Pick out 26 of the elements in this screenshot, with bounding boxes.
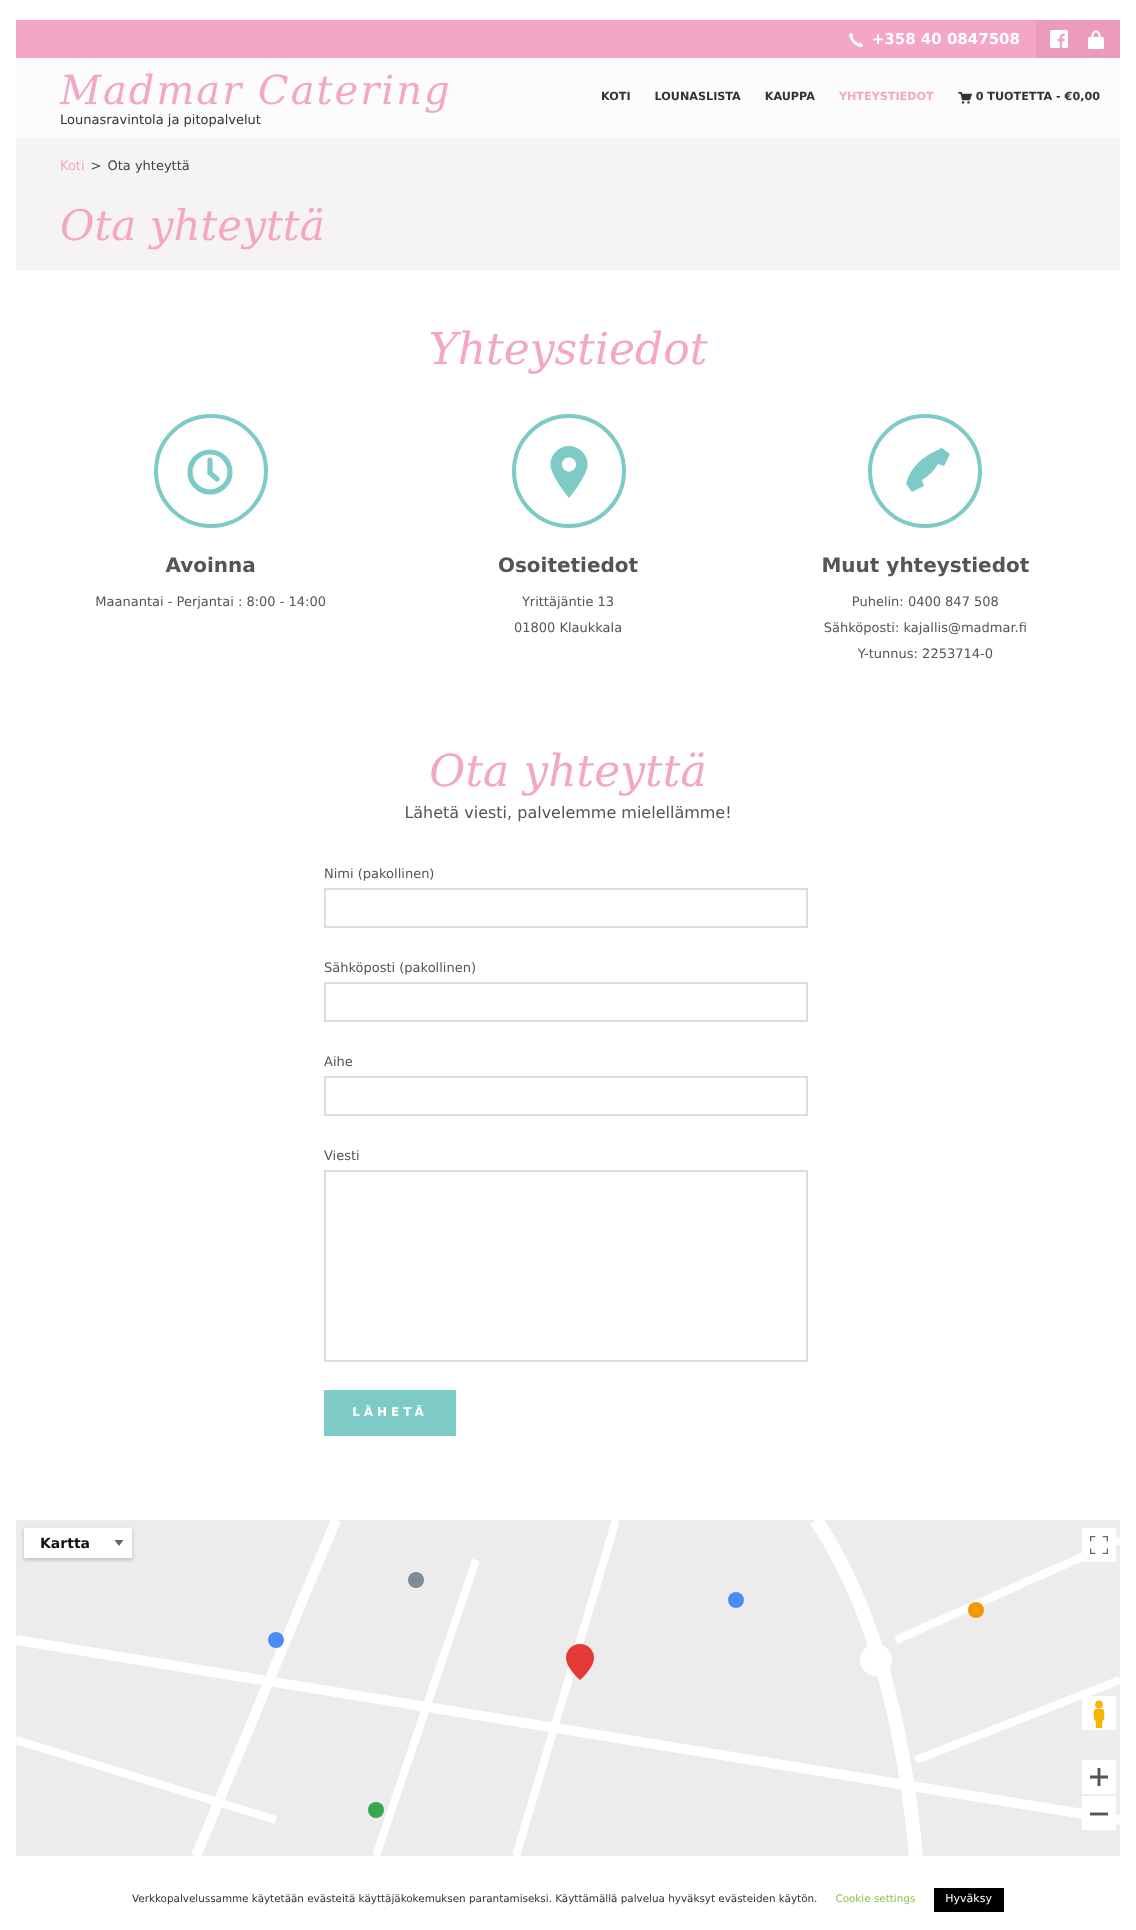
minus-icon [1090, 1811, 1108, 1815]
fullscreen-icon [1090, 1536, 1108, 1554]
page-title: Ota yhteyttä [60, 202, 327, 250]
zoom-in-button[interactable] [1082, 1760, 1116, 1794]
street-view-button[interactable] [1082, 1696, 1116, 1730]
shopping-bag-icon[interactable] [1086, 29, 1106, 49]
phone-icon [847, 31, 864, 47]
input-field[interactable] [324, 982, 808, 1022]
clock-icon [186, 447, 235, 495]
section-heading: Yhteystiedot [426, 324, 710, 380]
column-title: Muut yhteystiedot [821, 556, 1030, 578]
person-icon [1092, 1699, 1106, 1727]
fullscreen-button[interactable] [1082, 1528, 1116, 1562]
plus-icon [1090, 1768, 1108, 1786]
column-title: Avoinna [165, 556, 256, 578]
dropdown-caret-icon [114, 1540, 124, 1546]
zoom-out-button[interactable] [1082, 1796, 1116, 1830]
cart-icon [957, 92, 972, 104]
input-field[interactable] [324, 1076, 808, 1116]
column-title: Osoitetiedot [497, 556, 639, 578]
facebook-icon[interactable] [1050, 30, 1068, 48]
message-field[interactable] [324, 1170, 808, 1362]
location-pin-icon [549, 445, 587, 497]
section-heading: Ota yhteyttä [427, 746, 709, 802]
input-field[interactable] [324, 888, 808, 928]
form-subtitle: Lähetä viesti, palvelemme mielellämme! [402, 804, 734, 822]
